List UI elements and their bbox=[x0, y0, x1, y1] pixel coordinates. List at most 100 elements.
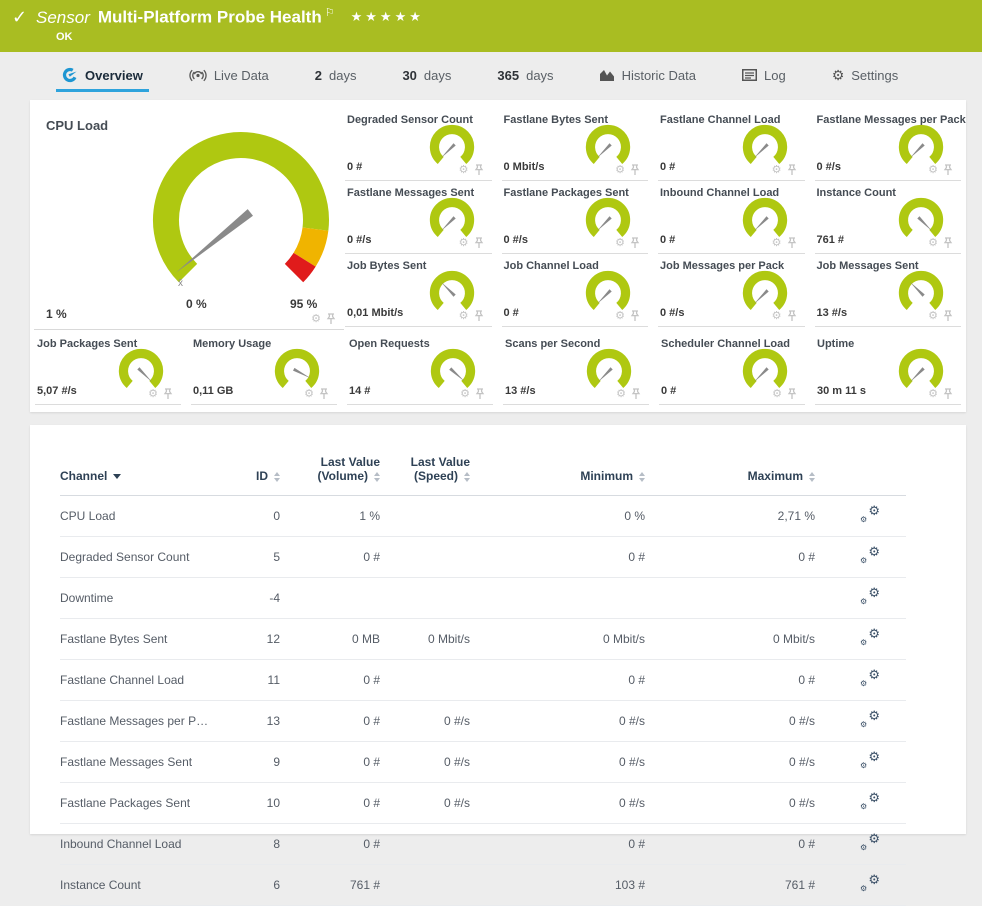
pin-icon[interactable] bbox=[630, 237, 640, 249]
pin-icon[interactable] bbox=[943, 388, 953, 400]
tab-2-days[interactable]: 2days bbox=[309, 52, 363, 98]
gear-icon[interactable]: ⚙ bbox=[615, 165, 625, 176]
pin-icon[interactable] bbox=[474, 164, 484, 176]
gear-icon[interactable]: ⚙ bbox=[311, 314, 321, 325]
gear-icon[interactable]: ⚙ bbox=[772, 165, 782, 176]
tab-365-days[interactable]: 365days bbox=[491, 52, 559, 98]
gauge-title: Uptime bbox=[817, 338, 854, 350]
channel-settings-gears-icon[interactable]: ⚙⚙ bbox=[860, 711, 880, 728]
gear-icon[interactable]: ⚙ bbox=[772, 238, 782, 249]
channel-settings-gears-icon[interactable]: ⚙⚙ bbox=[860, 670, 880, 687]
pin-icon[interactable] bbox=[943, 310, 953, 322]
gear-icon[interactable]: ⚙ bbox=[459, 238, 469, 249]
tab-settings[interactable]: ⚙Settings bbox=[826, 52, 905, 98]
priority-flag-icon[interactable]: ⚐ bbox=[325, 7, 335, 19]
sort-icon[interactable] bbox=[639, 472, 645, 482]
gauge-value: 0,11 GB bbox=[193, 385, 233, 397]
gear-icon[interactable]: ⚙ bbox=[304, 389, 314, 400]
gear-icon[interactable]: ⚙ bbox=[459, 165, 469, 176]
channel-settings-gears-icon[interactable]: ⚙⚙ bbox=[860, 506, 880, 523]
pin-icon[interactable] bbox=[630, 164, 640, 176]
sort-desc-icon[interactable] bbox=[113, 474, 121, 479]
gear-icon[interactable]: ⚙ bbox=[928, 311, 938, 322]
gear-icon[interactable]: ⚙ bbox=[460, 389, 470, 400]
pin-icon[interactable] bbox=[474, 310, 484, 322]
cell-id: 11 bbox=[230, 660, 280, 701]
gear-icon[interactable]: ⚙ bbox=[148, 389, 158, 400]
tab-log[interactable]: Log bbox=[736, 52, 792, 98]
cell-channel[interactable]: Fastlane Bytes Sent bbox=[60, 619, 230, 660]
sort-icon[interactable] bbox=[374, 472, 380, 482]
channel-settings-gears-icon[interactable]: ⚙⚙ bbox=[860, 629, 880, 646]
channel-settings-gears-icon[interactable]: ⚙⚙ bbox=[860, 588, 880, 605]
cell-last-value-volume: 761 # bbox=[280, 865, 380, 906]
table-row[interactable]: CPU Load01 %0 %2,71 %⚙⚙ bbox=[60, 496, 906, 537]
gear-icon[interactable]: ⚙ bbox=[928, 238, 938, 249]
pin-icon[interactable] bbox=[474, 237, 484, 249]
channel-settings-gears-icon[interactable]: ⚙⚙ bbox=[860, 793, 880, 810]
gauge-value: 0,01 Mbit/s bbox=[347, 307, 403, 319]
pin-icon[interactable] bbox=[787, 310, 797, 322]
pin-icon[interactable] bbox=[943, 237, 953, 249]
pin-icon[interactable] bbox=[787, 164, 797, 176]
tab-label: days bbox=[526, 68, 553, 83]
column-header-min[interactable]: Minimum bbox=[470, 425, 645, 496]
pin-icon[interactable] bbox=[787, 237, 797, 249]
gear-icon[interactable]: ⚙ bbox=[615, 311, 625, 322]
cell-channel[interactable]: Fastlane Messages Sent bbox=[60, 742, 230, 783]
channel-settings-gears-icon[interactable]: ⚙⚙ bbox=[860, 547, 880, 564]
sort-icon[interactable] bbox=[274, 472, 280, 482]
table-row[interactable]: Instance Count6761 #103 #761 #⚙⚙ bbox=[60, 865, 906, 906]
gear-icon[interactable]: ⚙ bbox=[928, 165, 938, 176]
gear-icon[interactable]: ⚙ bbox=[459, 311, 469, 322]
gear-icon[interactable]: ⚙ bbox=[772, 389, 782, 400]
pin-icon[interactable] bbox=[163, 388, 173, 400]
tab-live-data[interactable]: Live Data bbox=[183, 52, 275, 98]
cell-channel[interactable]: Inbound Channel Load bbox=[60, 824, 230, 865]
sort-icon[interactable] bbox=[809, 472, 815, 482]
table-row[interactable]: Fastlane Messages Sent90 #0 #/s0 #/s0 #/… bbox=[60, 742, 906, 783]
tab-30-days[interactable]: 30days bbox=[396, 52, 457, 98]
column-header-volume[interactable]: Last Value (Volume) bbox=[280, 425, 380, 496]
gear-icon[interactable]: ⚙ bbox=[928, 389, 938, 400]
pin-icon[interactable] bbox=[630, 310, 640, 322]
channel-settings-gears-icon[interactable]: ⚙⚙ bbox=[860, 834, 880, 851]
cell-last-value-speed bbox=[380, 660, 470, 701]
gear-icon[interactable]: ⚙ bbox=[772, 311, 782, 322]
cell-channel[interactable]: CPU Load bbox=[60, 496, 230, 537]
priority-stars[interactable]: ★★★★★ bbox=[351, 9, 424, 24]
pin-icon[interactable] bbox=[631, 388, 641, 400]
column-header-speed[interactable]: Last Value (Speed) bbox=[380, 425, 470, 496]
cell-channel[interactable]: Fastlane Messages per P… bbox=[60, 701, 230, 742]
sort-icon[interactable] bbox=[464, 472, 470, 482]
tab-overview[interactable]: Overview bbox=[56, 52, 149, 98]
channel-settings-gears-icon[interactable]: ⚙⚙ bbox=[860, 875, 880, 892]
pin-icon[interactable] bbox=[787, 388, 797, 400]
tab-historic-data[interactable]: Historic Data bbox=[594, 52, 702, 98]
column-header-channel[interactable]: Channel bbox=[60, 425, 230, 496]
table-row[interactable]: Fastlane Bytes Sent120 MB0 Mbit/s0 Mbit/… bbox=[60, 619, 906, 660]
gauge-value: 0 # bbox=[660, 234, 675, 246]
channel-settings-gears-icon[interactable]: ⚙⚙ bbox=[860, 752, 880, 769]
gear-icon[interactable]: ⚙ bbox=[615, 238, 625, 249]
cell-channel[interactable]: Instance Count bbox=[60, 865, 230, 906]
cell-channel[interactable]: Downtime bbox=[60, 578, 230, 619]
cell-channel[interactable]: Fastlane Packages Sent bbox=[60, 783, 230, 824]
gear-icon[interactable]: ⚙ bbox=[616, 389, 626, 400]
pin-icon[interactable] bbox=[943, 164, 953, 176]
cell-channel[interactable]: Degraded Sensor Count bbox=[60, 537, 230, 578]
column-header-max[interactable]: Maximum bbox=[645, 425, 815, 496]
table-row[interactable]: Degraded Sensor Count50 #0 #0 #⚙⚙ bbox=[60, 537, 906, 578]
tab-label: Settings bbox=[851, 68, 898, 83]
table-row[interactable]: Downtime-4⚙⚙ bbox=[60, 578, 906, 619]
pin-icon[interactable] bbox=[326, 313, 336, 325]
table-row[interactable]: Fastlane Channel Load110 #0 #0 #⚙⚙ bbox=[60, 660, 906, 701]
column-header-id[interactable]: ID bbox=[230, 425, 280, 496]
cell-channel[interactable]: Fastlane Channel Load bbox=[60, 660, 230, 701]
table-row[interactable]: Inbound Channel Load80 #0 #0 #⚙⚙ bbox=[60, 824, 906, 865]
pin-icon[interactable] bbox=[475, 388, 485, 400]
pin-icon[interactable] bbox=[319, 388, 329, 400]
table-row[interactable]: Fastlane Packages Sent100 #0 #/s0 #/s0 #… bbox=[60, 783, 906, 824]
gauge-tile-scheduler-channel-load: Scheduler Channel Load 0 #⚙ bbox=[659, 332, 805, 405]
table-row[interactable]: Fastlane Messages per P…130 #0 #/s0 #/s0… bbox=[60, 701, 906, 742]
